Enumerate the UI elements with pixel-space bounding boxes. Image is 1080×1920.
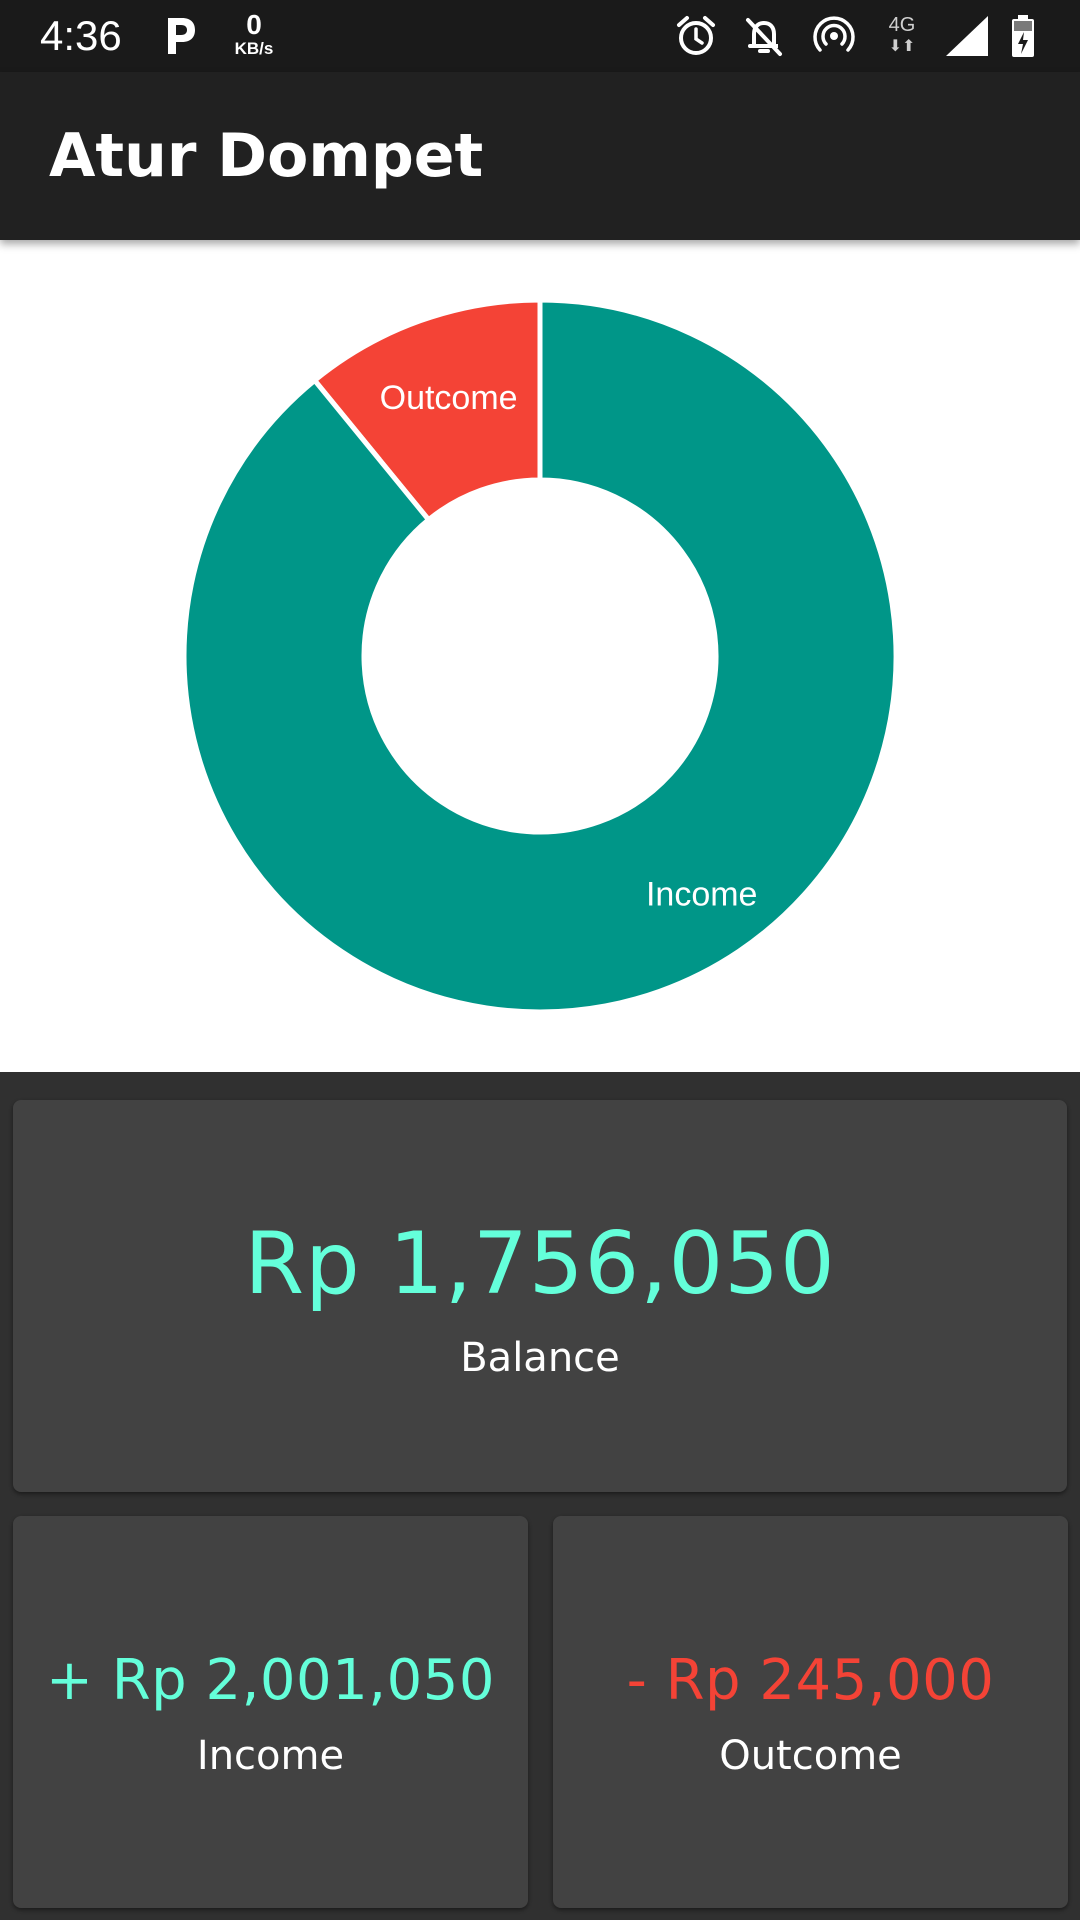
- network-type-label: 4G: [888, 14, 916, 36]
- income-amount: + Rp 2,001,050: [46, 1648, 495, 1713]
- balance-amount: Rp 1,756,050: [244, 1214, 836, 1314]
- network-speed-unit: KB/s: [234, 39, 274, 58]
- signal-icon: [946, 16, 988, 56]
- outcome-card: - Rp 245,000 Outcome: [553, 1516, 1068, 1908]
- battery-charging-icon: [1012, 15, 1034, 57]
- network-type: 4G ⬇⬆: [880, 14, 924, 58]
- outcome-amount: - Rp 245,000: [626, 1648, 995, 1713]
- app-bar: Atur Dompet: [0, 72, 1080, 240]
- status-time: 4:36: [40, 12, 122, 59]
- outcome-label: Outcome: [719, 1733, 902, 1779]
- alarm-icon: [677, 16, 715, 55]
- notifications-off-icon: [746, 18, 782, 56]
- status-bar: 4:36 0 KB/s 4G ⬇⬆: [0, 0, 1080, 72]
- pie-label-income: Income: [646, 876, 758, 914]
- chart-area: Outcome Income: [0, 240, 1080, 1072]
- network-speed: 0 KB/s: [228, 10, 280, 58]
- hotspot-icon: [813, 16, 855, 52]
- donut-chart: Outcome Income: [181, 297, 899, 1015]
- pie-slice-income: [181, 297, 899, 1015]
- network-speed-value: 0: [246, 9, 262, 40]
- data-arrows-icon: ⬇⬆: [888, 36, 916, 55]
- income-card: + Rp 2,001,050 Income: [13, 1516, 528, 1908]
- balance-card: Rp 1,756,050 Balance: [13, 1100, 1067, 1492]
- parking-icon: [168, 18, 195, 54]
- income-label: Income: [196, 1733, 345, 1779]
- balance-label: Balance: [460, 1335, 620, 1381]
- pie-label-outcome: Outcome: [380, 379, 518, 417]
- app-title: Atur Dompet: [49, 121, 484, 191]
